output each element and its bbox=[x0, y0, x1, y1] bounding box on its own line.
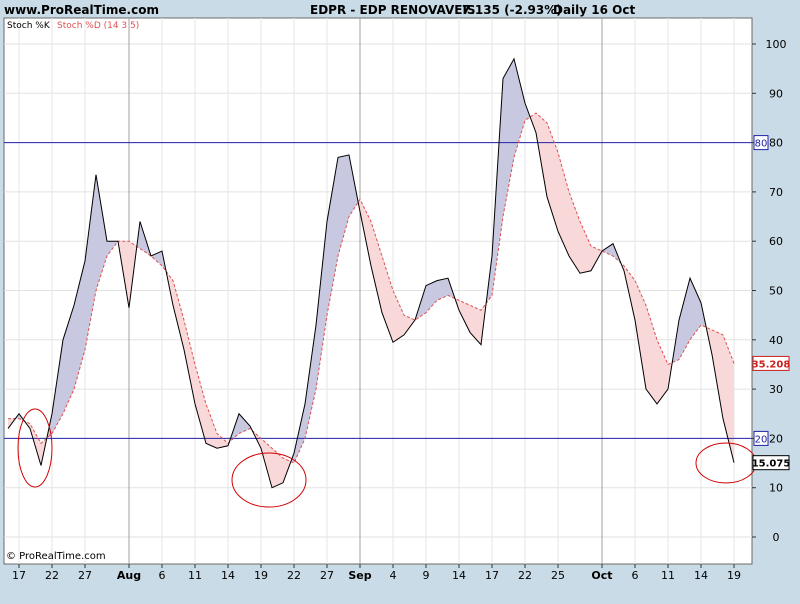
x-tick-label: 22 bbox=[518, 569, 532, 582]
x-tick-label: Oct bbox=[591, 569, 612, 582]
y-tick-label: 50 bbox=[769, 285, 783, 298]
y-tick-label: 20 bbox=[769, 432, 783, 445]
y-tick-label: 40 bbox=[769, 334, 783, 347]
copyright: © ProRealTime.com bbox=[6, 551, 106, 562]
x-tick-label: 14 bbox=[694, 569, 708, 582]
site-name[interactable]: www.ProRealTime.com bbox=[4, 3, 159, 17]
x-tick-label: Aug bbox=[117, 569, 141, 582]
y-tick-label: 90 bbox=[769, 87, 783, 100]
x-tick-label: 19 bbox=[727, 569, 741, 582]
x-tick-label: 27 bbox=[78, 569, 92, 582]
y-tick-label: 80 bbox=[769, 137, 783, 150]
x-tick-label: 4 bbox=[390, 569, 397, 582]
x-tick-label: 17 bbox=[485, 569, 499, 582]
legend: Stoch %K Stoch %D (14 3 5) bbox=[7, 21, 139, 31]
x-tick-label: 22 bbox=[287, 569, 301, 582]
y-tick-label: 60 bbox=[769, 235, 783, 248]
chart-svg: www.ProRealTime.com EDPR - EDP RENOVAVEI… bbox=[0, 0, 800, 600]
level-badge-label: 80 bbox=[755, 139, 768, 150]
stochastic-chart: www.ProRealTime.com EDPR - EDP RENOVAVEI… bbox=[0, 0, 800, 600]
x-tick-label: 22 bbox=[45, 569, 59, 582]
level-badge-label: 20 bbox=[755, 434, 768, 445]
y-tick-label: 0 bbox=[773, 531, 780, 544]
y-tick-label: 30 bbox=[769, 383, 783, 396]
x-tick-label: 14 bbox=[452, 569, 466, 582]
y-tick-label: 100 bbox=[766, 38, 787, 51]
symbol-title: EDPR - EDP RENOVAVEIS bbox=[310, 3, 476, 17]
value-badge-label: 35.208 bbox=[752, 359, 791, 370]
x-tick-label: 6 bbox=[159, 569, 166, 582]
y-tick-label: 10 bbox=[769, 482, 783, 495]
price-change: 7.135 (-2.93%) bbox=[462, 3, 562, 17]
x-tick-label: Sep bbox=[348, 569, 371, 582]
legend-k: Stoch %K bbox=[7, 21, 51, 31]
x-tick-label: 14 bbox=[221, 569, 235, 582]
x-tick-label: 27 bbox=[320, 569, 334, 582]
value-badge-label: 15.075 bbox=[752, 459, 791, 470]
x-tick-label: 11 bbox=[661, 569, 675, 582]
x-tick-label: 6 bbox=[632, 569, 639, 582]
x-tick-label: 25 bbox=[551, 569, 565, 582]
x-tick-label: 19 bbox=[254, 569, 268, 582]
x-tick-label: 11 bbox=[188, 569, 202, 582]
x-tick-label: 17 bbox=[12, 569, 26, 582]
x-tick-label: 9 bbox=[423, 569, 430, 582]
legend-d: Stoch %D (14 3 5) bbox=[57, 21, 139, 31]
y-tick-label: 70 bbox=[769, 186, 783, 199]
period-date: Daily 16 Oct bbox=[553, 3, 635, 17]
